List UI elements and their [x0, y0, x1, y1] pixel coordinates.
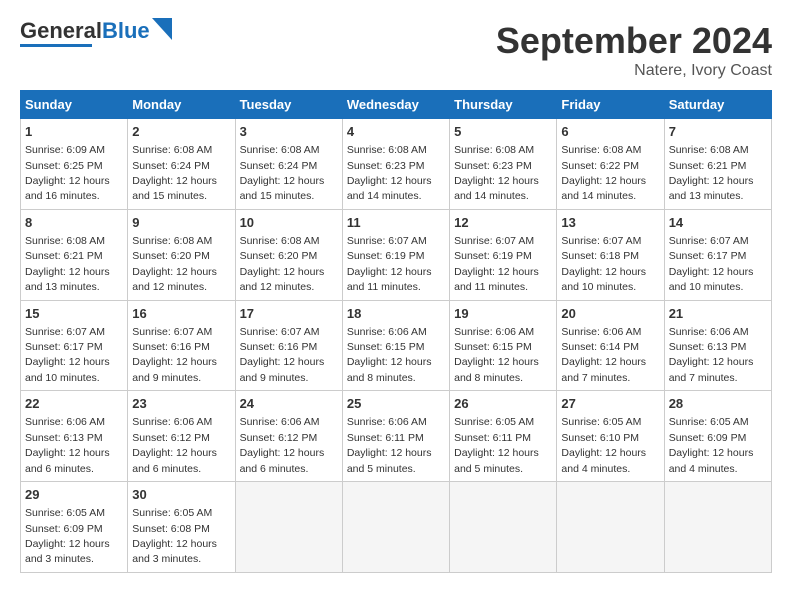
calendar-day-11: 11Sunrise: 6:07 AMSunset: 6:19 PMDayligh…	[342, 209, 449, 300]
col-tuesday: Tuesday	[235, 91, 342, 119]
calendar-day-10: 10Sunrise: 6:08 AMSunset: 6:20 PMDayligh…	[235, 209, 342, 300]
header-row: Sunday Monday Tuesday Wednesday Thursday…	[21, 91, 772, 119]
calendar-day-empty	[342, 482, 449, 573]
calendar-table: Sunday Monday Tuesday Wednesday Thursday…	[20, 90, 772, 573]
calendar-day-20: 20Sunrise: 6:06 AMSunset: 6:14 PMDayligh…	[557, 300, 664, 391]
calendar-day-28: 28Sunrise: 6:05 AMSunset: 6:09 PMDayligh…	[664, 391, 771, 482]
logo-underline	[20, 44, 92, 47]
col-monday: Monday	[128, 91, 235, 119]
calendar-day-29: 29Sunrise: 6:05 AMSunset: 6:09 PMDayligh…	[21, 482, 128, 573]
calendar-day-17: 17Sunrise: 6:07 AMSunset: 6:16 PMDayligh…	[235, 300, 342, 391]
calendar-day-25: 25Sunrise: 6:06 AMSunset: 6:11 PMDayligh…	[342, 391, 449, 482]
calendar-day-27: 27Sunrise: 6:05 AMSunset: 6:10 PMDayligh…	[557, 391, 664, 482]
location: Natere, Ivory Coast	[496, 62, 772, 80]
calendar-day-empty	[235, 482, 342, 573]
calendar-row-1: 1Sunrise: 6:09 AMSunset: 6:25 PMDaylight…	[21, 119, 772, 210]
calendar-day-6: 6Sunrise: 6:08 AMSunset: 6:22 PMDaylight…	[557, 119, 664, 210]
logo-arrow-icon	[152, 18, 172, 40]
calendar-day-empty	[557, 482, 664, 573]
calendar-day-7: 7Sunrise: 6:08 AMSunset: 6:21 PMDaylight…	[664, 119, 771, 210]
calendar-day-8: 8Sunrise: 6:08 AMSunset: 6:21 PMDaylight…	[21, 209, 128, 300]
calendar-day-24: 24Sunrise: 6:06 AMSunset: 6:12 PMDayligh…	[235, 391, 342, 482]
calendar-day-3: 3Sunrise: 6:08 AMSunset: 6:24 PMDaylight…	[235, 119, 342, 210]
calendar-day-empty	[450, 482, 557, 573]
calendar-day-15: 15Sunrise: 6:07 AMSunset: 6:17 PMDayligh…	[21, 300, 128, 391]
calendar-body: 1Sunrise: 6:09 AMSunset: 6:25 PMDaylight…	[21, 119, 772, 573]
calendar-row-4: 22Sunrise: 6:06 AMSunset: 6:13 PMDayligh…	[21, 391, 772, 482]
calendar-day-16: 16Sunrise: 6:07 AMSunset: 6:16 PMDayligh…	[128, 300, 235, 391]
calendar-day-empty	[664, 482, 771, 573]
page-header: GeneralBlue September 2024 Natere, Ivory…	[20, 20, 772, 80]
calendar-day-9: 9Sunrise: 6:08 AMSunset: 6:20 PMDaylight…	[128, 209, 235, 300]
calendar-day-2: 2Sunrise: 6:08 AMSunset: 6:24 PMDaylight…	[128, 119, 235, 210]
calendar-day-4: 4Sunrise: 6:08 AMSunset: 6:23 PMDaylight…	[342, 119, 449, 210]
calendar-row-2: 8Sunrise: 6:08 AMSunset: 6:21 PMDaylight…	[21, 209, 772, 300]
col-friday: Friday	[557, 91, 664, 119]
calendar-day-19: 19Sunrise: 6:06 AMSunset: 6:15 PMDayligh…	[450, 300, 557, 391]
calendar-day-22: 22Sunrise: 6:06 AMSunset: 6:13 PMDayligh…	[21, 391, 128, 482]
month-title: September 2024	[496, 20, 772, 62]
calendar-day-12: 12Sunrise: 6:07 AMSunset: 6:19 PMDayligh…	[450, 209, 557, 300]
logo-text: GeneralBlue	[20, 20, 150, 42]
col-saturday: Saturday	[664, 91, 771, 119]
calendar-day-21: 21Sunrise: 6:06 AMSunset: 6:13 PMDayligh…	[664, 300, 771, 391]
calendar-day-14: 14Sunrise: 6:07 AMSunset: 6:17 PMDayligh…	[664, 209, 771, 300]
calendar-row-3: 15Sunrise: 6:07 AMSunset: 6:17 PMDayligh…	[21, 300, 772, 391]
title-block: September 2024 Natere, Ivory Coast	[496, 20, 772, 80]
col-wednesday: Wednesday	[342, 91, 449, 119]
logo: GeneralBlue	[20, 20, 172, 47]
calendar-day-18: 18Sunrise: 6:06 AMSunset: 6:15 PMDayligh…	[342, 300, 449, 391]
calendar-day-30: 30Sunrise: 6:05 AMSunset: 6:08 PMDayligh…	[128, 482, 235, 573]
calendar-day-13: 13Sunrise: 6:07 AMSunset: 6:18 PMDayligh…	[557, 209, 664, 300]
calendar-day-5: 5Sunrise: 6:08 AMSunset: 6:23 PMDaylight…	[450, 119, 557, 210]
col-sunday: Sunday	[21, 91, 128, 119]
col-thursday: Thursday	[450, 91, 557, 119]
calendar-day-1: 1Sunrise: 6:09 AMSunset: 6:25 PMDaylight…	[21, 119, 128, 210]
calendar-row-5: 29Sunrise: 6:05 AMSunset: 6:09 PMDayligh…	[21, 482, 772, 573]
calendar-day-26: 26Sunrise: 6:05 AMSunset: 6:11 PMDayligh…	[450, 391, 557, 482]
calendar-day-23: 23Sunrise: 6:06 AMSunset: 6:12 PMDayligh…	[128, 391, 235, 482]
